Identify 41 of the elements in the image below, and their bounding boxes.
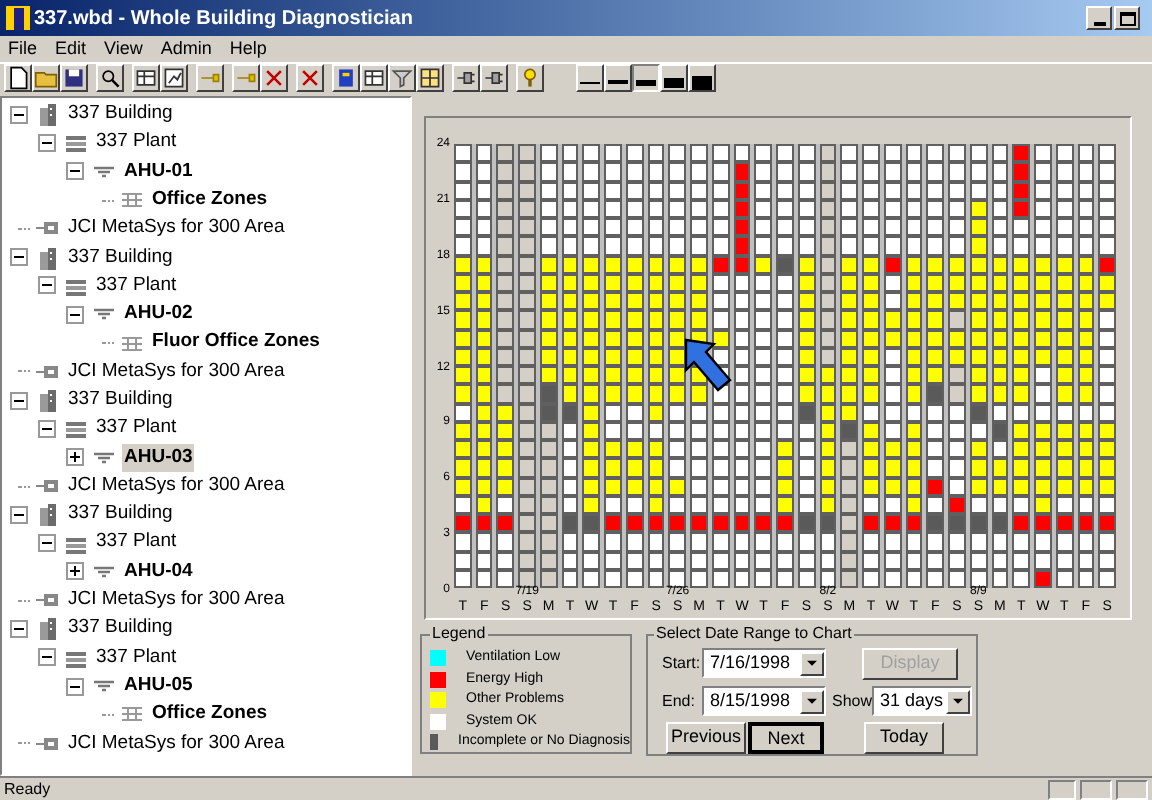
tree-item[interactable]: JCI MetaSys for 300 Area xyxy=(66,471,287,501)
tree-item[interactable]: JCI MetaSys for 300 Area xyxy=(66,214,287,243)
tree-item[interactable]: 337 Plant xyxy=(94,414,179,444)
tree-item[interactable]: AHU-03 xyxy=(122,443,195,472)
tree-item[interactable]: 337 Plant xyxy=(94,271,179,301)
legend-title: Legend xyxy=(430,624,488,644)
date-range-title: Select Date Range to Chart xyxy=(654,624,854,644)
start-date-field[interactable]: 7/16/1998 xyxy=(702,648,826,678)
tree-item[interactable]: JCI MetaSys for 300 Area xyxy=(66,729,287,758)
tree-item[interactable]: 337 Building xyxy=(66,100,175,129)
tree-item[interactable]: AHU-02 xyxy=(122,300,195,329)
menu-item[interactable]: Edit xyxy=(55,35,87,63)
menu-item[interactable]: File xyxy=(8,35,38,63)
tree-item[interactable]: AHU-01 xyxy=(122,157,195,186)
tree-item[interactable]: JCI MetaSys for 300 Area xyxy=(66,357,287,386)
tree-item[interactable]: 337 Building xyxy=(66,243,175,272)
tree-item[interactable]: JCI MetaSys for 300 Area xyxy=(66,586,287,615)
tree-item[interactable]: AHU-05 xyxy=(122,671,195,701)
menu-item[interactable]: Help xyxy=(229,35,267,63)
tree-item[interactable]: 337 Plant xyxy=(94,528,179,558)
dialog-button[interactable]: Previous xyxy=(666,722,746,754)
tree-item[interactable]: 337 Plant xyxy=(94,643,179,672)
window-title: 337.wbd - Whole Building Diagnostician xyxy=(34,5,413,33)
tree-item[interactable]: AHU-04 xyxy=(122,557,195,587)
menu-item[interactable]: View xyxy=(104,35,143,63)
tree-item[interactable]: 337 Building xyxy=(66,614,175,644)
tree-item[interactable]: Fluor Office Zones xyxy=(150,328,322,358)
tree-item[interactable]: 337 Plant xyxy=(94,128,179,158)
end-label: End: xyxy=(662,689,697,713)
end-date-field[interactable]: 8/15/1998 xyxy=(702,686,826,716)
menu-item[interactable]: Admin xyxy=(160,35,212,63)
dialog-button[interactable]: Next xyxy=(748,722,824,754)
tree-item[interactable]: Office Zones xyxy=(150,185,270,215)
tree-item[interactable]: 337 Building xyxy=(66,385,175,415)
show-range-field[interactable]: 31 days xyxy=(872,686,972,716)
dialog-button[interactable]: Today xyxy=(864,722,944,754)
status-text: Ready xyxy=(4,777,51,800)
start-label: Start: xyxy=(662,651,702,675)
show-label: Show xyxy=(832,689,872,713)
tree-item[interactable]: 337 Building xyxy=(66,500,175,529)
tree-item[interactable]: Office Zones xyxy=(150,700,270,729)
